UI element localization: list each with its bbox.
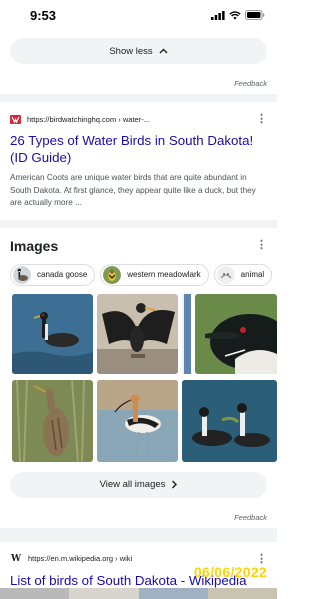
image-avocet[interactable]	[97, 379, 178, 462]
image-preview-strip	[0, 588, 277, 599]
result-snippet: American Coots are unique water birds th…	[10, 173, 256, 208]
status-time: 9:53	[30, 8, 57, 23]
status-icons	[211, 10, 265, 20]
image-grid	[10, 293, 277, 464]
show-less-button[interactable]: Show less	[10, 38, 267, 64]
meadowlark-thumb-icon	[103, 265, 122, 284]
section-divider	[0, 527, 277, 542]
result-title-link[interactable]: 26 Types of Water Birds in South Dakota!…	[10, 132, 267, 166]
image-loon[interactable]	[195, 293, 277, 374]
signal-icon	[211, 10, 225, 20]
chip-label: western meadowlark	[127, 270, 201, 280]
site-favicon-icon	[10, 114, 21, 124]
canada-goose-thumb-icon	[13, 265, 31, 284]
image-chips-row: canada goose western meadowlark animal	[10, 263, 277, 286]
image-grebes-pair[interactable]	[182, 379, 277, 462]
chevron-up-icon	[159, 48, 168, 54]
chip-label: animal	[240, 270, 265, 280]
search-result: https://birdwatchinghq.com › water-... ⋮…	[0, 102, 277, 210]
result-site-row[interactable]: https://birdwatchinghq.com › water-...	[10, 112, 267, 126]
chip-canada-goose[interactable]: canada goose	[10, 263, 96, 286]
images-more-options-icon[interactable]: ⋮	[256, 239, 267, 251]
feedback-link[interactable]: Feedback	[0, 79, 277, 89]
image-strip[interactable]	[182, 293, 191, 374]
wifi-icon	[229, 10, 241, 19]
more-options-icon[interactable]: ⋮	[256, 114, 267, 125]
image-cormorant[interactable]	[97, 293, 178, 374]
image-bittern[interactable]	[12, 379, 93, 462]
images-feedback-link[interactable]: Feedback	[0, 513, 277, 523]
result-url: https://birdwatchinghq.com › water-...	[27, 114, 150, 124]
chip-animal[interactable]: animal	[213, 263, 273, 286]
status-bar: 9:53	[0, 0, 277, 30]
show-less-label: Show less	[109, 45, 153, 57]
chip-western-meadowlark[interactable]: western meadowlark	[100, 263, 209, 286]
chevron-right-icon	[172, 480, 178, 489]
images-section: Images ⋮ canada goose western meadowlark…	[0, 228, 277, 464]
date-watermark: 06/06/2022	[193, 564, 267, 580]
image-grebe[interactable]	[12, 293, 93, 374]
section-divider	[0, 219, 277, 228]
battery-icon	[245, 10, 265, 20]
animal-thumb-icon	[216, 265, 235, 284]
chip-label: canada goose	[37, 270, 88, 280]
view-all-images-label: View all images	[99, 479, 166, 491]
images-heading: Images	[10, 237, 59, 254]
view-all-images-button[interactable]: View all images	[10, 471, 267, 498]
section-divider	[0, 94, 277, 102]
wikipedia-favicon-icon: W	[10, 553, 22, 564]
result-url: https://en.m.wikipedia.org › wiki	[28, 554, 133, 564]
